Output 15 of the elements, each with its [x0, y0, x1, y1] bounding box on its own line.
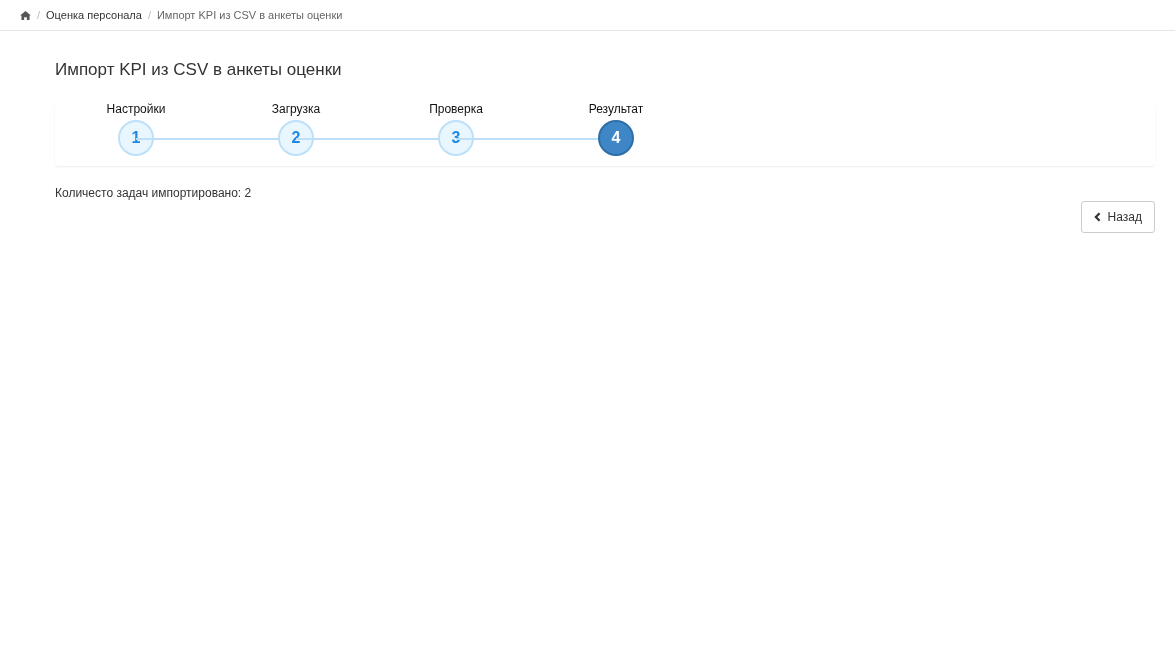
breadcrumb-link[interactable]: Оценка персонала	[46, 9, 142, 21]
breadcrumb-separator: /	[147, 9, 151, 21]
step-label: Настройки	[106, 102, 166, 116]
breadcrumb-current: Импорт KPI из CSV в анкеты оценки	[156, 9, 343, 21]
step-label: Результат	[588, 102, 644, 116]
result-text: Количесто задач импортировано: 2	[55, 186, 253, 200]
chevron-left-icon	[1093, 212, 1101, 222]
breadcrumb-separator: /	[37, 9, 41, 21]
step-circle[interactable]: 2	[278, 120, 314, 156]
page-title: Импорт KPI из CSV в анкеты оценки	[55, 60, 343, 80]
home-icon[interactable]	[20, 10, 31, 20]
back-button[interactable]: Назад	[1080, 201, 1155, 233]
step-label: Проверка	[429, 102, 483, 116]
step-label: Загрузка	[271, 102, 321, 116]
step-circle[interactable]: 4	[598, 120, 634, 156]
